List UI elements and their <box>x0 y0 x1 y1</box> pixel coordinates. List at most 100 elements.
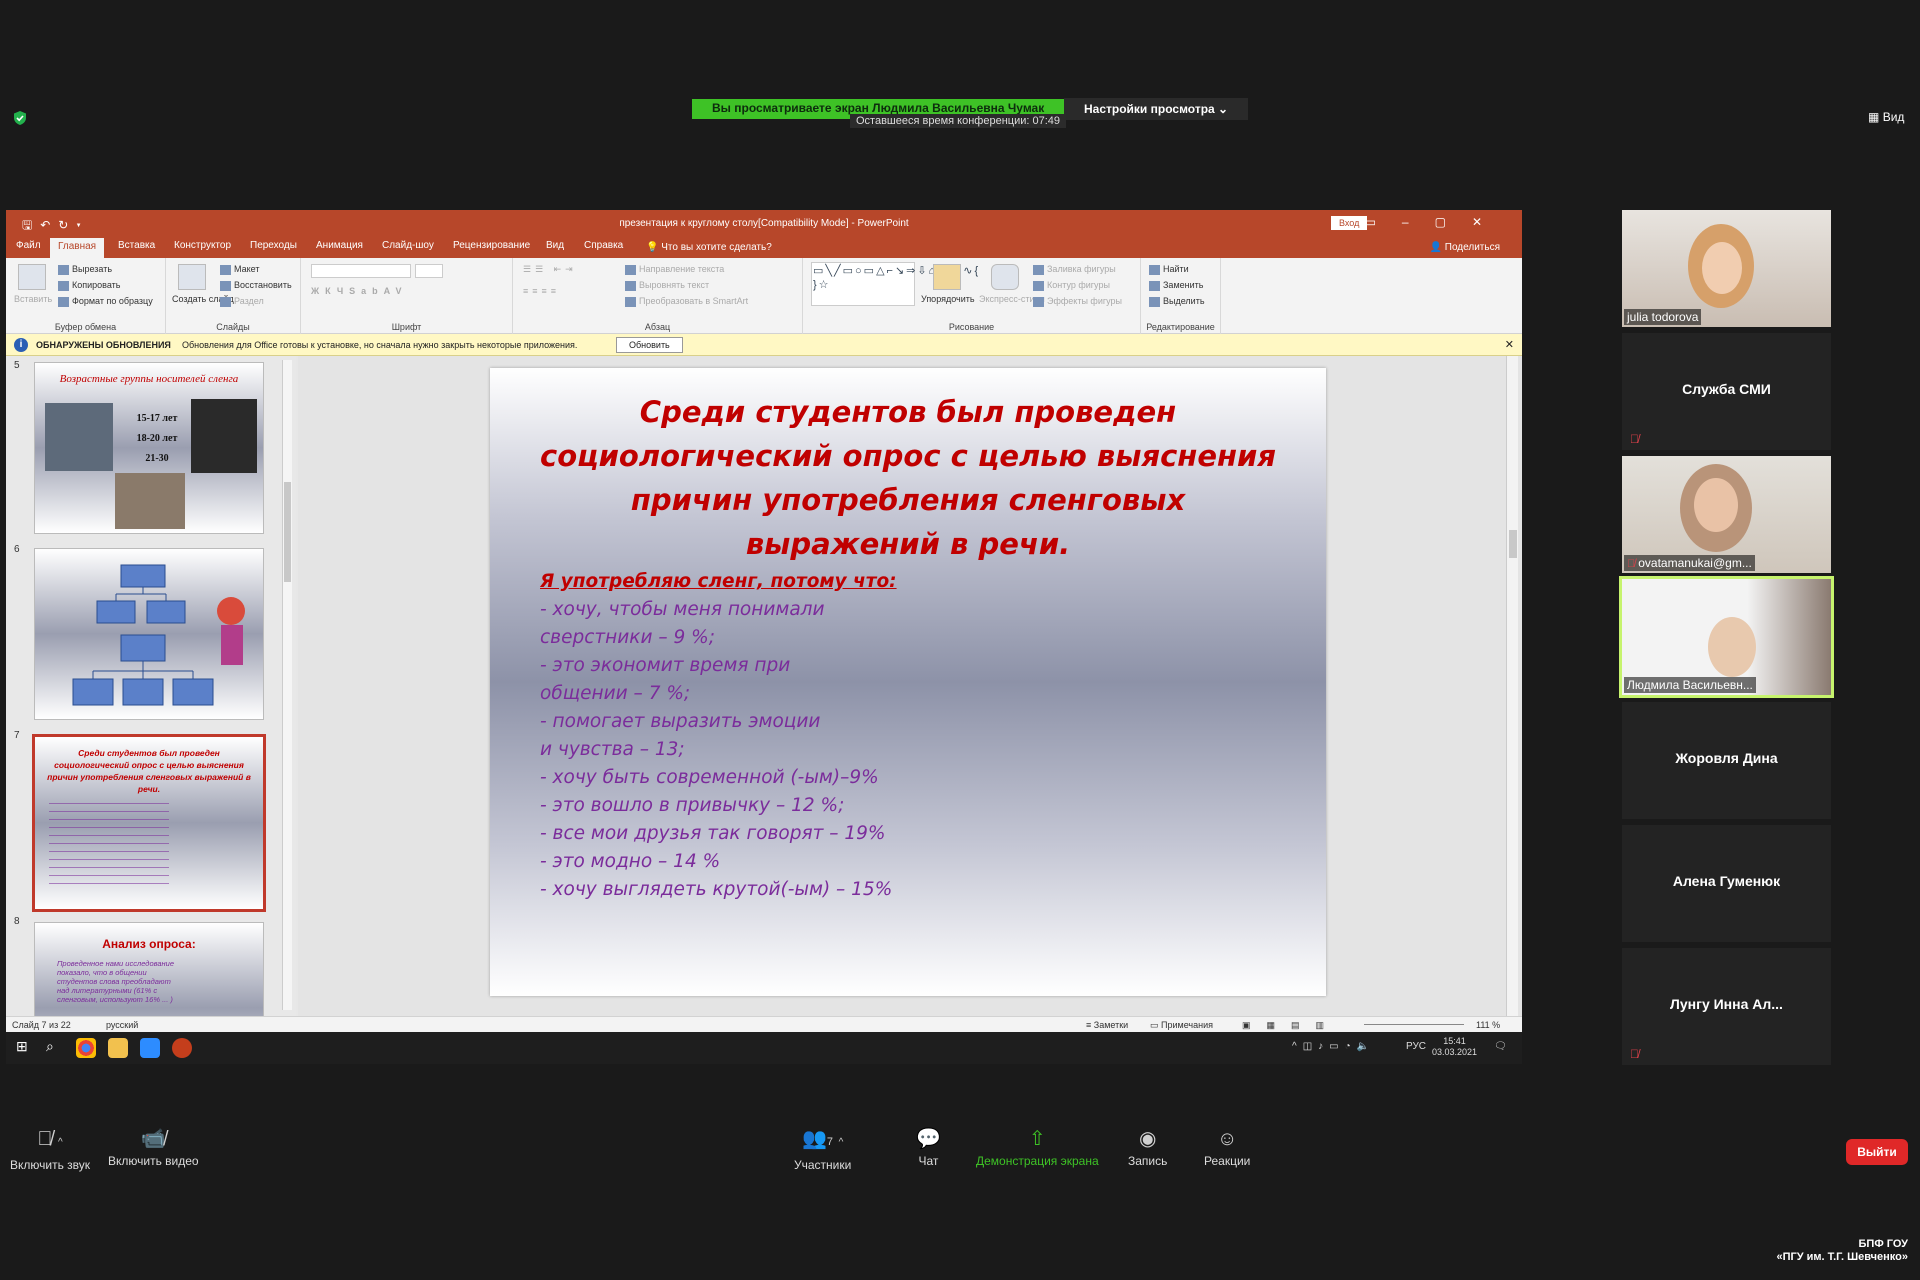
slide-line: и чувства – 13; <box>540 739 685 760</box>
participant-tile[interactable]: 🎙̸ ovatamanukai@gm... <box>1622 456 1831 573</box>
current-slide[interactable]: Среди студентов был проведен социологиче… <box>490 368 1326 996</box>
muted-mic-icon: 🎙̸ <box>1630 432 1639 446</box>
shape-outline-button[interactable]: Контур фигуры <box>1033 280 1110 291</box>
chrome-icon[interactable] <box>76 1038 96 1058</box>
slide-thumbnail-8[interactable]: Анализ опроса: Проведенное нами исследов… <box>34 922 264 1016</box>
tab-view[interactable]: Вид <box>546 240 564 251</box>
font-size-box[interactable] <box>415 264 443 278</box>
group-editing: Найти Заменить Выделить Редактирование <box>1141 258 1221 334</box>
shield-icon[interactable] <box>12 110 28 126</box>
zoom-app-icon[interactable] <box>140 1038 160 1058</box>
select-button[interactable]: Выделить <box>1149 296 1205 307</box>
tab-design[interactable]: Конструктор <box>174 240 231 251</box>
smartart-button[interactable]: Преобразовать в SmartArt <box>625 296 748 307</box>
language-indicator[interactable]: русский <box>106 1020 138 1030</box>
group-label: Слайды <box>216 322 250 332</box>
font-format-buttons[interactable]: ЖКЧSabAV <box>311 286 408 296</box>
window-controls[interactable]: ▭–▢✕ <box>1365 215 1508 229</box>
arrange-label: Упорядочить <box>921 294 975 304</box>
system-tray-icons[interactable]: ^◫♪▭◔🔈 <box>1292 1041 1375 1052</box>
notifications-icon[interactable]: 🗨 <box>1494 1041 1507 1052</box>
share-screen-button[interactable]: ⇧ Демонстрация экрана <box>976 1128 1099 1168</box>
thumbnails-scrollbar[interactable] <box>282 360 292 1010</box>
copy-button[interactable]: Копировать <box>58 280 120 291</box>
notes-button[interactable]: ≡ Заметки <box>1086 1020 1128 1030</box>
find-button[interactable]: Найти <box>1149 264 1189 275</box>
tab-slideshow[interactable]: Слайд-шоу <box>382 240 434 251</box>
clock-time: 15:41 <box>1443 1036 1466 1046</box>
participant-tile[interactable]: Служба СМИ 🎙̸ <box>1622 333 1831 450</box>
view-label: Вид <box>1882 110 1905 124</box>
keyboard-language[interactable]: РУС <box>1406 1041 1426 1052</box>
participant-tile-active-speaker[interactable]: Людмила Васильевн... <box>1619 576 1834 698</box>
chat-icon: 💬 <box>916 1128 941 1150</box>
participants-button[interactable]: 👥7 ^ Участники <box>794 1128 851 1172</box>
view-settings-button[interactable]: Настройки просмотра ⌄ <box>1064 98 1249 120</box>
tab-insert[interactable]: Вставка <box>118 240 155 251</box>
tab-help[interactable]: Справка <box>584 240 623 251</box>
slide-scrollbar[interactable] <box>1506 356 1518 1016</box>
share-screen-icon: ⇧ <box>1028 1128 1046 1150</box>
zoom-slider[interactable] <box>1364 1024 1464 1025</box>
tab-file[interactable]: Файл <box>16 240 41 251</box>
participant-tile[interactable]: julia todorova <box>1622 210 1831 327</box>
clock[interactable]: 15:41 03.03.2021 <box>1432 1036 1477 1058</box>
list-buttons[interactable]: ☰☰ ⇤⇥ <box>523 264 577 275</box>
view-buttons[interactable]: ▣▦▤▥ <box>1242 1020 1340 1031</box>
start-video-button[interactable]: 📹̸ Включить видео <box>108 1128 199 1168</box>
format-painter-button[interactable]: Формат по образцу <box>58 296 153 307</box>
unmute-button[interactable]: 🎙̸ ^ Включить звук <box>10 1128 90 1172</box>
slide-thumbnail-7-selected[interactable]: Среди студентов был проведен социологиче… <box>32 734 266 912</box>
windows-start-icon[interactable]: ⊞ <box>16 1038 36 1058</box>
cut-button[interactable]: Вырезать <box>58 264 112 275</box>
tab-animations[interactable]: Анимация <box>316 240 363 251</box>
view-button[interactable]: ▦ Вид <box>1868 110 1904 124</box>
tab-review[interactable]: Рецензирование <box>453 240 530 251</box>
paste-icon[interactable] <box>18 264 46 290</box>
align-text-button[interactable]: Выровнять текст <box>625 280 709 291</box>
layout-button[interactable]: Макет <box>220 264 259 275</box>
tab-home[interactable]: Главная <box>50 238 105 258</box>
signin-button[interactable]: Вход <box>1331 216 1368 230</box>
participant-tile[interactable]: Лунгу Инна Ал... 🎙̸ <box>1622 948 1831 1065</box>
shape-fill-button[interactable]: Заливка фигуры <box>1033 264 1116 275</box>
shape-effects-button[interactable]: Эффекты фигуры <box>1033 296 1122 307</box>
chevron-down-icon: ⌄ <box>1218 102 1229 116</box>
slide-thumbnail-5[interactable]: Возрастные группы носителей сленга 15-17… <box>34 362 264 534</box>
reactions-button[interactable]: ☺ Реакции <box>1204 1128 1250 1168</box>
section-button[interactable]: Раздел <box>220 296 264 307</box>
watermark-line: «ПГУ им. Т.Г. Шевченко» <box>1776 1251 1908 1263</box>
tell-me-search[interactable]: 💡 Что вы хотите сделать? <box>646 242 772 253</box>
muted-mic-icon: 🎙̸ <box>1627 558 1636 570</box>
chat-button[interactable]: 💬 Чат <box>916 1128 941 1168</box>
quick-styles-icon[interactable] <box>991 264 1019 290</box>
participants-count: 7 <box>826 1136 834 1148</box>
leave-button[interactable]: Выйти <box>1846 1139 1908 1165</box>
tab-transitions[interactable]: Переходы <box>250 240 297 251</box>
font-name-box[interactable] <box>311 264 411 278</box>
slide-thumbnail-6[interactable] <box>34 548 264 720</box>
slide-body: Я употребляю сленг, потому что: - хочу, … <box>540 568 897 904</box>
arrange-icon[interactable] <box>933 264 961 290</box>
share-button[interactable]: 👤 Поделиться <box>1430 242 1500 253</box>
zoom-level[interactable]: 111 % <box>1476 1020 1500 1030</box>
text-direction-button[interactable]: Направление текста <box>625 264 724 275</box>
comments-button[interactable]: ▭ Примечания <box>1150 1020 1213 1031</box>
powerpoint-icon[interactable] <box>172 1038 192 1058</box>
participant-face <box>1708 617 1756 677</box>
scroll-handle[interactable] <box>1509 530 1517 558</box>
folder-icon[interactable] <box>108 1038 128 1058</box>
participant-tile[interactable]: Алена Гуменюк <box>1622 825 1831 942</box>
close-icon[interactable]: ✕ <box>1505 338 1514 351</box>
participant-tile[interactable]: Жоровля Дина <box>1622 702 1831 819</box>
align-buttons[interactable]: ≡≡≡≡ <box>523 286 560 296</box>
shape-fill-label: Заливка фигуры <box>1047 264 1116 274</box>
replace-button[interactable]: Заменить <box>1149 280 1203 291</box>
new-slide-icon[interactable] <box>178 264 206 290</box>
update-button[interactable]: Обновить <box>616 337 683 353</box>
scroll-handle[interactable] <box>284 482 291 582</box>
shapes-gallery[interactable]: ▭╲╱▭○▭△⌐↘⇒⇩⌂⌒⌒∿{ }☆ <box>811 262 978 306</box>
search-icon[interactable]: ⌕ <box>46 1038 66 1058</box>
reset-button[interactable]: Восстановить <box>220 280 292 291</box>
record-button[interactable]: ◉ Запись <box>1128 1128 1167 1168</box>
